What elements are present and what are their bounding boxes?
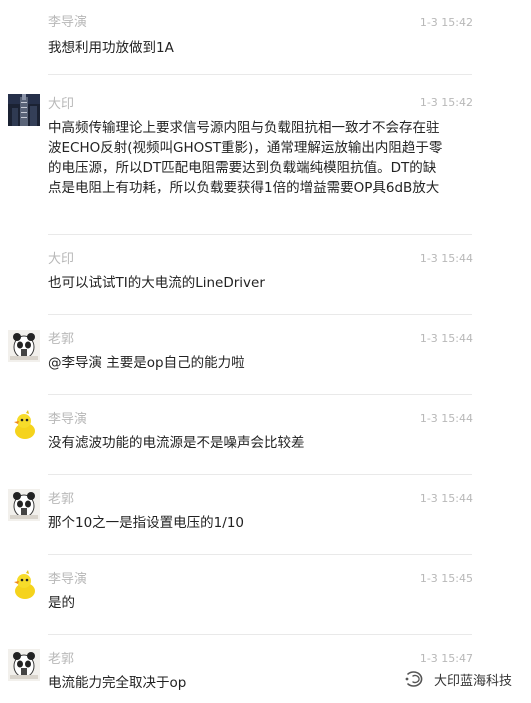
- avatar[interactable]: [8, 570, 40, 602]
- message-text: 没有滤波功能的电流源是不是噪声会比较差: [48, 435, 305, 451]
- avatar[interactable]: [8, 489, 40, 521]
- avatar[interactable]: [8, 649, 40, 681]
- message-time: 1-3 15:47: [419, 652, 473, 665]
- sender-name: 李导演: [48, 572, 88, 587]
- avatar[interactable]: [8, 410, 40, 442]
- divider: [48, 234, 472, 235]
- message-text: @李导演 主要是op自己的能力啦: [48, 355, 245, 371]
- panda-meme-icon: [8, 649, 40, 681]
- watermark: 大印蓝海科技: [404, 668, 512, 690]
- sender-name: 李导演: [48, 412, 88, 427]
- divider: [48, 554, 472, 555]
- divider: [48, 314, 472, 315]
- message-time: 1-3 15:42: [419, 16, 473, 29]
- message-time: 1-3 15:45: [419, 572, 473, 585]
- yellow-duck-icon: [8, 570, 40, 602]
- watermark-text: 大印蓝海科技: [434, 673, 513, 689]
- message-text: 电流能力完全取决于op: [48, 675, 187, 691]
- divider: [48, 634, 472, 635]
- divider: [48, 74, 472, 75]
- avatar[interactable]: [8, 94, 40, 126]
- panda-meme-icon: [8, 489, 40, 521]
- divider: [48, 394, 472, 395]
- avatar[interactable]: [8, 330, 40, 362]
- message-text: 我想利用功放做到1A: [48, 40, 174, 56]
- sender-name: 老郭: [48, 332, 75, 347]
- message-text: 那个10之一是指设置电压的1/10: [48, 515, 244, 531]
- divider: [48, 474, 472, 475]
- building-photo-icon: [8, 94, 40, 126]
- message-time: 1-3 15:44: [419, 252, 473, 265]
- message-time: 1-3 15:42: [419, 96, 473, 109]
- sender-name: 李导演: [48, 15, 88, 30]
- sender-name: 大印: [48, 97, 75, 112]
- message-text: 中高频传输理论上要求信号源内阻与负载阻抗相一致才不会存在驻波ECHO反射(视频叫…: [48, 120, 443, 196]
- chat-log: 李导演 1-3 15:42 我想利用功放做到1A 大印 1-3 15:42 中高…: [0, 0, 531, 703]
- panda-meme-icon: [8, 330, 40, 362]
- message-text: 是的: [48, 595, 75, 611]
- sender-name: 老郭: [48, 492, 75, 507]
- message-text: 也可以试试TI的大电流的LineDriver: [48, 275, 265, 291]
- yellow-duck-icon: [8, 410, 40, 442]
- sender-name: 老郭: [48, 652, 75, 667]
- wechat-official-account-icon: [405, 671, 423, 687]
- message-time: 1-3 15:44: [419, 492, 473, 505]
- sender-name: 大印: [48, 252, 75, 267]
- message-time: 1-3 15:44: [419, 332, 473, 345]
- message-time: 1-3 15:44: [419, 412, 473, 425]
